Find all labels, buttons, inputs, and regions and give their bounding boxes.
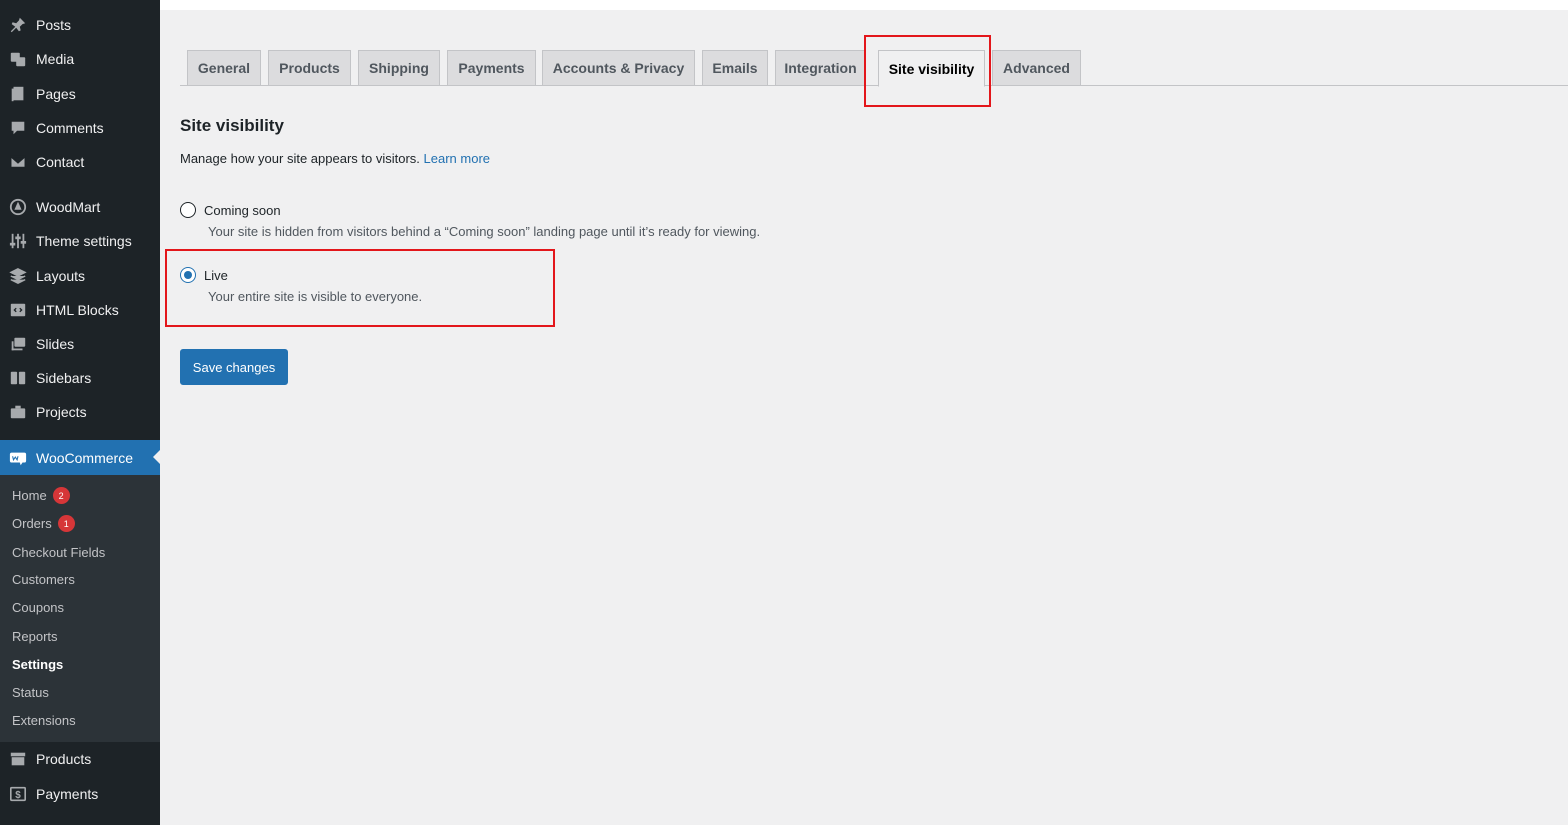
sidebar-item-payments[interactable]: $ Payments bbox=[0, 777, 160, 811]
section-description: Manage how your site appears to visitors… bbox=[180, 151, 490, 166]
sidebar-item-contact[interactable]: Contact bbox=[0, 145, 160, 179]
submenu-item-coupons[interactable]: Coupons bbox=[12, 600, 64, 615]
current-menu-arrow bbox=[153, 449, 160, 465]
sidebar-item-theme-settings[interactable]: Theme settings bbox=[0, 224, 160, 258]
submenu-item-home[interactable]: Home 2 bbox=[12, 487, 70, 504]
learn-more-link[interactable]: Learn more bbox=[424, 151, 490, 166]
submenu-label: Customers bbox=[12, 572, 75, 587]
option-description: Your site is hidden from visitors behind… bbox=[208, 224, 761, 239]
submenu-item-orders[interactable]: Orders 1 bbox=[12, 515, 75, 532]
layers-icon bbox=[0, 267, 36, 285]
tab-integration[interactable]: Integration bbox=[775, 50, 866, 86]
tab-advanced[interactable]: Advanced bbox=[992, 50, 1081, 86]
woo-icon bbox=[0, 449, 36, 467]
sidebar-item-woodmart[interactable]: WoodMart bbox=[0, 190, 160, 224]
sidebar-item-woocommerce[interactable]: WooCommerce bbox=[0, 440, 160, 475]
tab-site-visibility[interactable]: Site visibility bbox=[878, 50, 985, 87]
sidebar-icon bbox=[0, 369, 36, 387]
slides-icon bbox=[0, 335, 36, 353]
code-block-icon bbox=[0, 301, 36, 319]
sidebar-item-label: Slides bbox=[36, 336, 75, 352]
submenu-item-status[interactable]: Status bbox=[12, 685, 49, 700]
submenu-label: Checkout Fields bbox=[12, 545, 106, 560]
sidebar-item-slides[interactable]: Slides bbox=[0, 327, 160, 361]
option-label: Live bbox=[204, 267, 228, 283]
sidebar-item-label: Projects bbox=[36, 404, 87, 420]
tab-emails[interactable]: Emails bbox=[702, 50, 768, 86]
sidebar-item-products[interactable]: Products bbox=[0, 742, 160, 776]
media-icon bbox=[0, 50, 36, 68]
sidebar-item-label: Contact bbox=[36, 154, 85, 170]
tab-payments[interactable]: Payments bbox=[447, 50, 536, 86]
comment-icon bbox=[0, 119, 36, 137]
sidebar-item-label: Theme settings bbox=[36, 233, 132, 249]
sidebar-item-label: Posts bbox=[36, 17, 72, 33]
submenu-item-extensions[interactable]: Extensions bbox=[12, 713, 76, 728]
settings-tabs: General Products Shipping Payments Accou… bbox=[180, 50, 1568, 87]
sidebar-item-projects[interactable]: Projects bbox=[0, 395, 160, 429]
admin-header-strip bbox=[160, 0, 1568, 10]
dollar-icon: $ bbox=[0, 785, 36, 803]
coming-soon-radio[interactable] bbox=[180, 202, 196, 218]
submenu-item-settings[interactable]: Settings bbox=[12, 657, 63, 672]
mail-icon bbox=[0, 153, 36, 171]
sidebar-item-layouts[interactable]: Layouts bbox=[0, 259, 160, 293]
submenu-label: Reports bbox=[12, 629, 58, 644]
sidebar-item-label: Media bbox=[36, 51, 75, 67]
sidebar-item-label: Layouts bbox=[36, 268, 86, 284]
submenu-label: Settings bbox=[12, 657, 64, 672]
sidebar-item-label: Products bbox=[36, 751, 92, 767]
option-coming-soon[interactable]: Coming soon bbox=[180, 202, 281, 218]
sidebar-item-sidebars[interactable]: Sidebars bbox=[0, 361, 160, 395]
submenu-label: Home bbox=[12, 488, 47, 503]
sidebar-item-label: Comments bbox=[36, 120, 104, 136]
submenu-label: Orders bbox=[12, 516, 52, 531]
option-label: Coming soon bbox=[204, 202, 281, 218]
live-radio[interactable] bbox=[180, 267, 196, 283]
live-option-highlight-box bbox=[165, 249, 555, 327]
sidebar-item-label: Sidebars bbox=[36, 370, 92, 386]
sidebar-item-label: HTML Blocks bbox=[36, 302, 119, 318]
notification-badge: 1 bbox=[57, 515, 75, 532]
tab-accounts-privacy[interactable]: Accounts & Privacy bbox=[542, 50, 695, 86]
sidebar-item-html-blocks[interactable]: HTML Blocks bbox=[0, 293, 160, 327]
save-changes-button[interactable]: Save changes bbox=[180, 349, 288, 385]
sliders-icon bbox=[0, 232, 36, 250]
notification-badge: 2 bbox=[52, 487, 70, 504]
woocommerce-submenu: Home 2 Orders 1 Checkout Fields Customer… bbox=[0, 475, 160, 742]
sidebar-item-posts[interactable]: Posts bbox=[0, 8, 160, 42]
pushpin-icon bbox=[0, 16, 36, 34]
submenu-item-customers[interactable]: Customers bbox=[12, 572, 75, 587]
sidebar-item-label: WoodMart bbox=[36, 199, 101, 215]
svg-text:$: $ bbox=[15, 790, 21, 801]
submenu-label: Status bbox=[12, 685, 49, 700]
submenu-item-checkout-fields[interactable]: Checkout Fields bbox=[12, 545, 105, 560]
archive-icon bbox=[0, 750, 36, 768]
admin-sidebar: Posts Media Pages Comments Contact WoodM… bbox=[0, 0, 160, 825]
sidebar-item-label: Pages bbox=[36, 86, 76, 102]
woodmart-icon bbox=[0, 198, 36, 216]
description-text: Manage how your site appears to visitors… bbox=[180, 151, 420, 166]
submenu-item-reports[interactable]: Reports bbox=[12, 629, 58, 644]
sidebar-item-pages[interactable]: Pages bbox=[0, 77, 160, 111]
option-live[interactable]: Live bbox=[180, 267, 228, 283]
sidebar-item-media[interactable]: Media bbox=[0, 42, 160, 76]
tab-products[interactable]: Products bbox=[268, 50, 351, 86]
tab-shipping[interactable]: Shipping bbox=[358, 50, 440, 86]
option-description: Your entire site is visible to everyone. bbox=[208, 289, 423, 304]
pages-icon bbox=[0, 85, 36, 103]
sidebar-item-label: WooCommerce bbox=[36, 449, 133, 466]
page-title: Site visibility bbox=[180, 116, 284, 135]
submenu-label: Extensions bbox=[12, 713, 76, 728]
briefcase-icon bbox=[0, 403, 36, 421]
sidebar-item-label: Payments bbox=[36, 786, 99, 802]
submenu-label: Coupons bbox=[12, 600, 65, 615]
tab-general[interactable]: General bbox=[187, 50, 261, 86]
sidebar-item-comments[interactable]: Comments bbox=[0, 111, 160, 145]
